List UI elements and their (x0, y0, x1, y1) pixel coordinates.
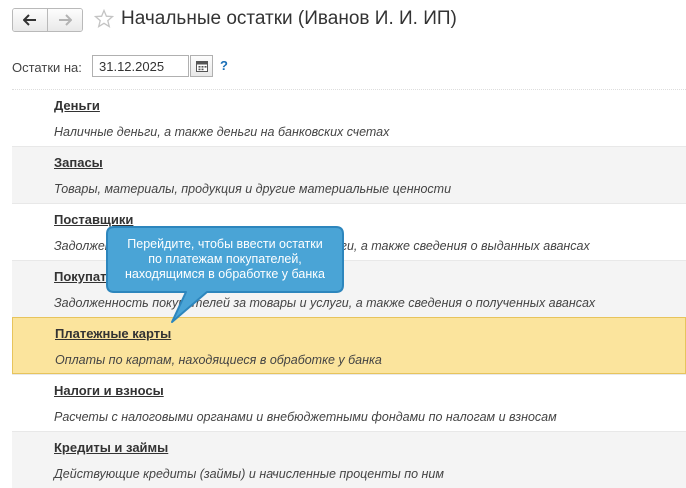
tooltip-line: Перейдите, чтобы ввести остатки (127, 237, 323, 251)
tooltip-text: Перейдите, чтобы ввести остатки по плате… (112, 237, 338, 282)
tooltip-line: находящимся в обработке у банка (125, 267, 325, 281)
tooltip-callout (106, 226, 344, 323)
tooltip-line: по платежам покупателей, (148, 252, 302, 266)
